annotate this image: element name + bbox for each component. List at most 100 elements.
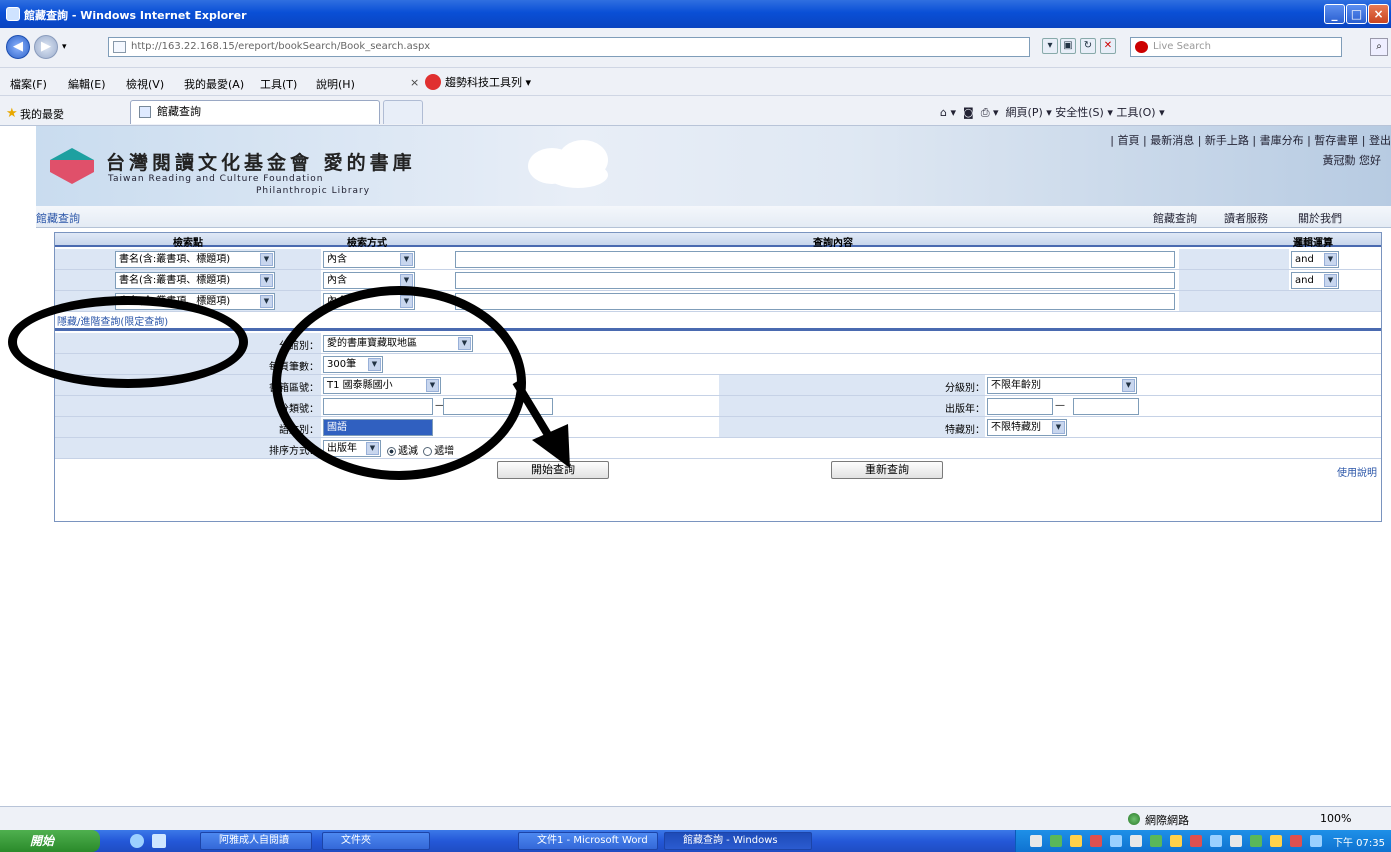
tray-icon[interactable] xyxy=(1210,835,1222,847)
taskbar: 開始 阿雅成人自閱讀 文件夾 文件1 - Microsoft Word 館藏查詢… xyxy=(0,830,1391,852)
query-input[interactable] xyxy=(455,272,1175,289)
command-bar-label[interactable]: 網頁(P) ▾ 安全性(S) ▾ 工具(O) ▾ xyxy=(1006,106,1165,119)
feeds-icon[interactable]: ◙ xyxy=(963,106,974,119)
filter-row: 書箱區號： T1 國泰縣國小 ▼ 分級別： 不限年齡別 ▼ xyxy=(55,375,1381,396)
quicklaunch-ie-icon[interactable] xyxy=(130,834,144,848)
breadcrumb[interactable]: 館藏查詢 xyxy=(36,210,80,226)
tray-icon[interactable] xyxy=(1230,835,1242,847)
tray-icon[interactable] xyxy=(1310,835,1322,847)
tray-icon[interactable] xyxy=(1030,835,1042,847)
favorites-star-icon[interactable]: ★ xyxy=(6,106,18,121)
search-input[interactable]: Live Search xyxy=(1130,37,1342,57)
window-titlebar: 館藏查詢 - Windows Internet Explorer _ □ × xyxy=(0,0,1391,28)
tray-icon[interactable] xyxy=(1270,835,1282,847)
toolbar-close-icon[interactable]: × xyxy=(410,76,419,89)
tab-current[interactable]: 館藏查詢 xyxy=(130,100,380,124)
task-button[interactable]: 文件1 - Microsoft Word xyxy=(518,832,658,850)
tray-icon[interactable] xyxy=(1110,835,1122,847)
task-button[interactable]: 文件夾 xyxy=(322,832,430,850)
search-go-icon[interactable]: ⌕ xyxy=(1370,38,1388,56)
favorites-label[interactable]: 我的最愛 xyxy=(20,106,64,122)
logic-select-value: and xyxy=(1295,275,1314,286)
status-bar: 網際網路 100% xyxy=(0,806,1391,830)
zoom-level[interactable]: 100% xyxy=(1320,812,1351,825)
close-button[interactable]: × xyxy=(1368,4,1389,24)
compat-icon[interactable]: ▣ xyxy=(1060,38,1076,54)
year-to-input[interactable] xyxy=(1073,398,1139,415)
home-icon[interactable]: ⌂ ▾ xyxy=(940,106,956,119)
query-input[interactable] xyxy=(455,251,1175,268)
tray-icon[interactable] xyxy=(1290,835,1302,847)
field-select[interactable]: 書名(含:叢書項、標題項) ▼ xyxy=(115,251,275,268)
tray-icon[interactable] xyxy=(1150,835,1162,847)
logic-select[interactable]: and ▼ xyxy=(1291,272,1339,289)
nav-collection-search[interactable]: 館藏查詢 xyxy=(1153,210,1197,226)
start-button[interactable]: 開始 xyxy=(0,830,100,852)
web-page: 台灣閱讀文化基金會 愛的書庫 Taiwan Reading and Cultur… xyxy=(36,126,1391,806)
task-button-active[interactable]: 館藏查詢 - Windows xyxy=(664,832,812,850)
chevron-down-icon: ▼ xyxy=(260,295,273,308)
year-from-input[interactable] xyxy=(987,398,1053,415)
tray-icon[interactable] xyxy=(1090,835,1102,847)
trend-logo-icon xyxy=(425,74,441,90)
maximize-button[interactable]: □ xyxy=(1346,4,1367,24)
top-links[interactable]: | 首頁 | 最新消息 | 新手上路 | 書庫分布 | 暫存書單 | 登出 xyxy=(1110,132,1391,148)
menu-file[interactable]: 檔案(F) xyxy=(10,76,47,92)
address-input[interactable]: http://163.22.168.15/ereport/bookSearch/… xyxy=(108,37,1030,57)
logic-select-value: and xyxy=(1295,254,1314,265)
print-icon[interactable]: ⎙ ▾ xyxy=(981,106,999,119)
filter-row: 每頁筆數： 300筆 ▼ xyxy=(55,354,1381,375)
trend-toolbar[interactable]: 趨勢科技工具列 ▾ xyxy=(425,74,531,90)
forward-button[interactable]: ▶ xyxy=(34,35,58,59)
quicklaunch-desktop-icon[interactable] xyxy=(152,834,166,848)
tab-page-icon xyxy=(139,106,151,118)
query-row: 書名(含:叢書項、標題項) ▼ 內含 ▼ and ▼ xyxy=(55,270,1381,291)
tray-icon[interactable] xyxy=(1170,835,1182,847)
header-logic: 邏輯運算 xyxy=(1293,238,1333,249)
refresh-icon[interactable]: ↻ xyxy=(1080,38,1096,54)
menu-view[interactable]: 檢視(V) xyxy=(126,76,164,92)
favorites-row: ★ 我的最愛 館藏查詢 ⌂ ▾ ◙ ⎙ ▾ 網頁(P) ▾ 安全性(S) ▾ 工… xyxy=(0,96,1391,126)
chevron-down-icon: ▼ xyxy=(400,253,413,266)
nav-about-us[interactable]: 關於我們 xyxy=(1298,210,1342,226)
minimize-button[interactable]: _ xyxy=(1324,4,1345,24)
special-select[interactable]: 不限特藏別 ▼ xyxy=(987,419,1067,436)
query-row: 書名(含:叢書項、標題項) ▼ 內含 ▼ xyxy=(55,291,1381,312)
menu-edit[interactable]: 編輯(E) xyxy=(68,76,106,92)
query-input[interactable] xyxy=(455,293,1175,310)
dropdown-icon[interactable]: ▾ xyxy=(1042,38,1058,54)
tray-icon[interactable] xyxy=(1250,835,1262,847)
nav-reader-services[interactable]: 讀者服務 xyxy=(1224,210,1268,226)
tray-icon[interactable] xyxy=(1070,835,1082,847)
branch-select[interactable]: 不限年齡別 ▼ xyxy=(987,377,1137,394)
tray-icon[interactable] xyxy=(1050,835,1062,847)
back-button[interactable]: ◀ xyxy=(6,35,30,59)
stop-icon[interactable]: ✕ xyxy=(1100,38,1116,54)
method-select-value: 內含 xyxy=(327,275,347,286)
live-search-icon xyxy=(1135,41,1148,53)
zone-label: 網際網路 xyxy=(1145,814,1189,827)
field-select[interactable]: 書名(含:叢書項、標題項) ▼ xyxy=(115,272,275,289)
menu-favorites[interactable]: 我的最愛(A) xyxy=(184,76,244,92)
menu-tools[interactable]: 工具(T) xyxy=(260,76,297,92)
trend-toolbar-label: 趨勢科技工具列 ▾ xyxy=(445,76,532,89)
sub-navigation: 館藏查詢 館藏查詢 讀者服務 關於我們 xyxy=(36,206,1391,228)
command-bar[interactable]: ⌂ ▾ ◙ ⎙ ▾ 網頁(P) ▾ 安全性(S) ▾ 工具(O) ▾ xyxy=(940,104,1165,120)
site-logo-icon[interactable] xyxy=(50,148,94,184)
history-dropdown-icon[interactable]: ▾ xyxy=(62,42,67,52)
site-title: 台灣閱讀文化基金會 愛的書庫 xyxy=(106,152,416,174)
filter-row: 語文別： 國語 特藏別： 不限特藏別 ▼ xyxy=(55,417,1381,438)
method-select[interactable]: 內含 ▼ xyxy=(323,251,415,268)
chevron-down-icon: ▼ xyxy=(260,253,273,266)
annotation-arrow-icon xyxy=(512,379,570,468)
address-row: ◀ ▶ ▾ http://163.22.168.15/ereport/bookS… xyxy=(0,28,1391,68)
new-tab-button[interactable] xyxy=(383,100,423,124)
logic-select[interactable]: and ▼ xyxy=(1291,251,1339,268)
menu-help[interactable]: 說明(H) xyxy=(316,76,355,92)
tray-icon[interactable] xyxy=(1130,835,1142,847)
reset-button[interactable]: 重新查詢 xyxy=(831,461,943,479)
page-icon xyxy=(113,41,126,53)
help-link[interactable]: 使用說明 xyxy=(1337,464,1377,479)
task-button[interactable]: 阿雅成人自閱讀 xyxy=(200,832,312,850)
tray-icon[interactable] xyxy=(1190,835,1202,847)
